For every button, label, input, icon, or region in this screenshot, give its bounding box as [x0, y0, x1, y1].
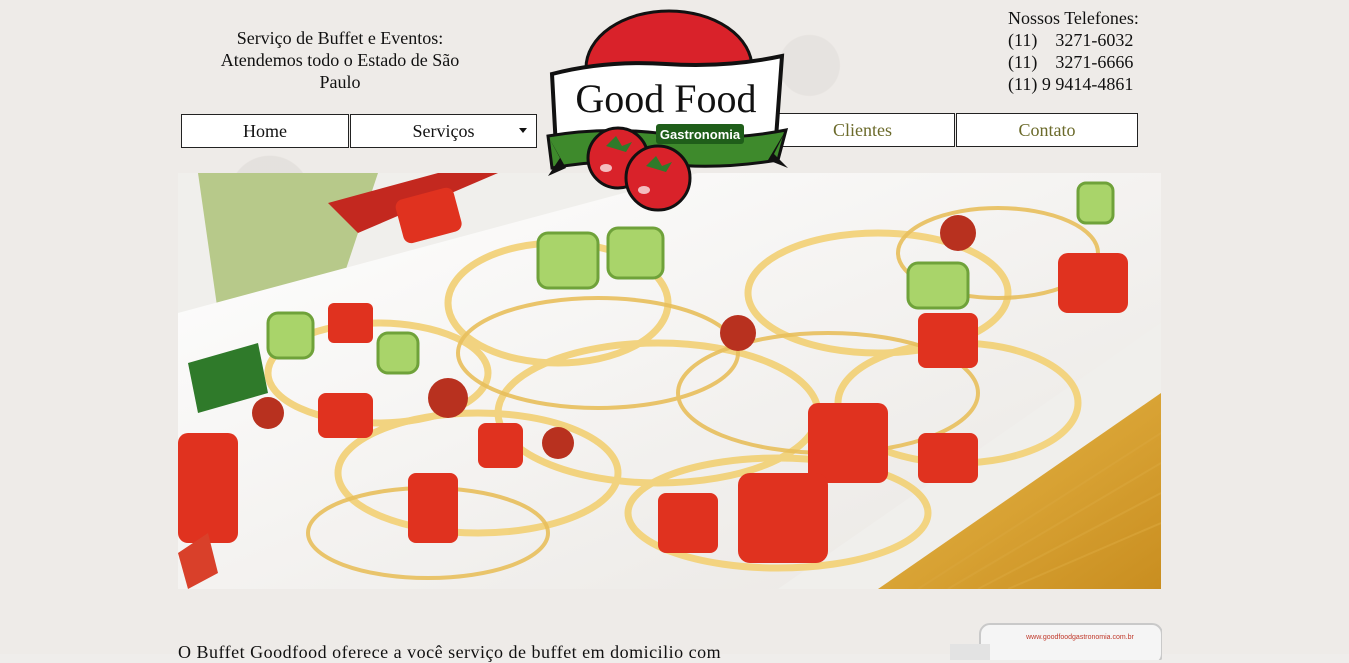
phone-1: (11) 3271-6032	[1008, 30, 1134, 50]
promo-url: www.goodfoodgastronomia.com.br	[1025, 634, 1134, 641]
tagline-line-3: Paulo	[319, 72, 361, 92]
tagline-line-2: Atendemos todo o Estado de São	[220, 50, 460, 70]
logo-brand-text: Good Food	[575, 76, 756, 121]
nav-contato-label: Contato	[1018, 119, 1076, 140]
phones-title: Nossos Telefones:	[1008, 8, 1139, 28]
caret-down-icon	[519, 128, 527, 133]
nav-home-label: Home	[243, 120, 287, 141]
header-tagline: Serviço de Buffet e Eventos: Atendemos t…	[200, 27, 480, 93]
phone-2: (11) 3271-6666	[1008, 52, 1134, 72]
logo-sub-text: Gastronomia	[660, 127, 741, 142]
nav-clientes-label: Clientes	[833, 119, 892, 140]
nav-clientes[interactable]: Clientes	[770, 113, 955, 147]
nav-servicos[interactable]: Serviços	[350, 114, 537, 148]
phones-block: Nossos Telefones: (11) 3271-6032 (11) 32…	[1008, 7, 1139, 95]
nav-contato[interactable]: Contato	[956, 113, 1138, 147]
nav-servicos-label: Serviços	[412, 120, 475, 141]
tagline-line-1: Serviço de Buffet e Eventos:	[236, 28, 444, 48]
hero-pasta-image	[178, 173, 1161, 589]
nav-home[interactable]: Home	[181, 114, 349, 148]
good-food-logo: Good Food Gastronomia	[546, 9, 789, 212]
intro-text: O Buffet Goodfood oferece a você serviço…	[178, 642, 722, 662]
phone-3: (11) 9 9414-4861	[1008, 74, 1134, 94]
promo-device-image: www.goodfoodgastronomia.com.br	[950, 623, 1162, 660]
